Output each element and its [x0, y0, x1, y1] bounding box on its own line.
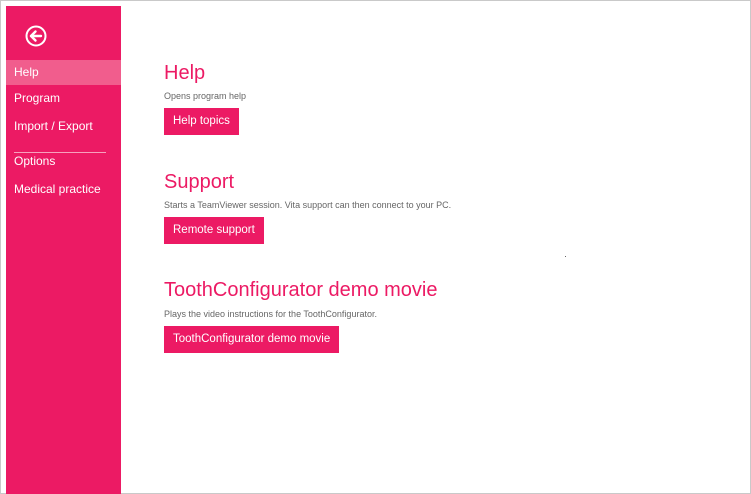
- main-content: Help Opens program help Help topics Supp…: [121, 0, 751, 494]
- demo-movie-button[interactable]: ToothConfigurator demo movie: [164, 326, 340, 353]
- demo-movie-section-description: Plays the video instructions for the Too…: [164, 309, 377, 319]
- sidebar-item-help[interactable]: Help: [6, 60, 121, 85]
- support-section-title: Support: [164, 171, 235, 193]
- sidebar-item-label: Program: [14, 91, 61, 105]
- help-topics-button[interactable]: Help topics: [164, 108, 239, 135]
- sidebar-item-label: Options: [14, 154, 56, 168]
- sidebar-item-label: Help: [14, 65, 39, 79]
- arrow-left-circle-icon: [25, 25, 47, 47]
- sidebar-item-import-export[interactable]: Import / Export: [6, 114, 121, 139]
- demo-movie-section-title: ToothConfigurator demo movie: [164, 279, 438, 301]
- sidebar: Help Program Import / Export Options Med…: [6, 6, 121, 494]
- sidebar-item-program[interactable]: Program: [6, 86, 121, 111]
- help-section-description: Opens program help: [164, 91, 247, 101]
- sidebar-item-medical-practice[interactable]: Medical practice: [6, 177, 121, 202]
- remote-support-button[interactable]: Remote support: [164, 217, 264, 244]
- stray-dot: [565, 256, 566, 257]
- sidebar-item-label: Import / Export: [14, 119, 93, 133]
- help-section-title: Help: [164, 62, 206, 84]
- back-button[interactable]: [25, 25, 47, 47]
- sidebar-item-label: Medical practice: [14, 182, 101, 196]
- sidebar-item-options[interactable]: Options: [6, 149, 121, 174]
- support-section-description: Starts a TeamViewer session. Vita suppor…: [164, 200, 452, 210]
